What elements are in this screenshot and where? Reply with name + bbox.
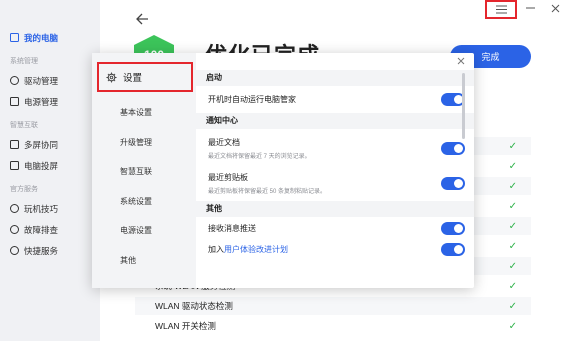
section-other: 其他 (196, 201, 474, 217)
setting-row-autostart: 开机时自动运行电脑管家 (196, 86, 474, 113)
setting-text: 最近剪贴板 最近剪贴板将保留最近 50 条复制粘贴记录。 (208, 172, 326, 195)
section-startup: 启动 (196, 70, 474, 86)
close-icon (551, 4, 559, 12)
sidebar-item-label: 快捷服务 (24, 245, 59, 256)
setting-label: 最近文档 (208, 137, 240, 147)
sidebar-item-quickservice[interactable]: 快捷服务 (0, 240, 100, 261)
setting-text: 最近文档 最近文档将保留最近 7 天的浏览记录。 (208, 137, 311, 160)
sidebar-item-my-pc[interactable]: 我的电脑 (0, 27, 100, 48)
settings-tab-basic[interactable]: 基本设置 (92, 98, 196, 128)
sidebar-item-label: 驱动管理 (24, 75, 59, 86)
minimize-icon (525, 7, 535, 9)
sidebar-item-power[interactable]: 电源管理 (0, 91, 100, 112)
setting-row-ux-program: 加入用户体验改进计划 (196, 239, 474, 259)
settings-tab-other[interactable]: 其他 (92, 246, 196, 276)
window-close-button[interactable] (545, 0, 565, 16)
back-arrow-icon[interactable] (134, 11, 150, 27)
check-row: WLAN 开关检测 ✓ (135, 317, 531, 335)
check-icon: ✓ (508, 140, 517, 152)
settings-tab-upgrade[interactable]: 升级管理 (92, 128, 196, 158)
projection-icon (10, 161, 19, 170)
sidebar-item-projection[interactable]: 电脑投屏 (0, 155, 100, 176)
setting-row-recent-docs: 最近文档 最近文档将保留最近 7 天的浏览记录。 (196, 129, 474, 165)
check-label: WLAN 开关检测 (155, 321, 216, 331)
driver-icon (10, 76, 19, 85)
menu-button[interactable] (485, 0, 517, 19)
recent-clipboard-toggle[interactable] (441, 176, 465, 190)
ux-program-toggle[interactable] (441, 242, 465, 256)
sidebar-item-label: 故障排查 (24, 224, 59, 235)
ux-program-link[interactable]: 用户体验改进计划 (224, 245, 288, 254)
close-icon (457, 57, 465, 65)
sidebar-item-label: 多屏协同 (24, 139, 59, 150)
sidebar-item-troubleshoot[interactable]: 故障排查 (0, 219, 100, 240)
settings-header: 设置 (97, 62, 193, 92)
check-icon: ✓ (508, 200, 517, 212)
headset-icon (10, 246, 19, 255)
check-icon: ✓ (508, 220, 517, 232)
sidebar-item-tips[interactable]: 玩机技巧 (0, 198, 100, 219)
check-icon: ✓ (508, 300, 517, 312)
check-label: WLAN 驱动状态检测 (155, 301, 233, 311)
ux-prefix: 加入 (208, 244, 224, 254)
settings-tab-power[interactable]: 电源设置 (92, 216, 196, 246)
setting-label: 开机时自动运行电脑管家 (208, 95, 296, 104)
check-icon: ✓ (508, 280, 517, 292)
settings-title: 设置 (123, 73, 143, 84)
gear-icon (106, 71, 117, 83)
setting-label: 加入用户体验改进计划 (208, 244, 288, 255)
sidebar-item-label: 电脑投屏 (24, 160, 59, 171)
settings-category-list: 基本设置 升级管理 智慧互联 系统设置 电源设置 其他 (92, 98, 196, 275)
settings-tab-system[interactable]: 系统设置 (92, 187, 196, 217)
check-icon: ✓ (508, 160, 517, 172)
setting-row-recent-clipboard: 最近剪贴板 最近剪贴板将保留最近 50 条复制粘贴记录。 (196, 165, 474, 201)
setting-label: 接收消息推送 (208, 223, 256, 233)
push-toggle[interactable] (441, 221, 465, 235)
recent-docs-toggle[interactable] (441, 141, 465, 155)
setting-description: 最近剪贴板将保留最近 50 条复制粘贴记录。 (208, 188, 327, 195)
settings-content: 启动 开机时自动运行电脑管家 通知中心 最近文档 最近文档将保留最近 7 天的浏… (196, 53, 474, 288)
battery-icon (10, 97, 19, 106)
search-icon (10, 225, 19, 234)
settings-sidebar: 设置 基本设置 升级管理 智慧互联 系统设置 电源设置 其他 (92, 53, 196, 288)
settings-dialog: 设置 基本设置 升级管理 智慧互联 系统设置 电源设置 其他 启动 开机时自动运… (92, 53, 474, 288)
sidebar-item-driver[interactable]: 驱动管理 (0, 70, 100, 91)
check-icon: ✓ (508, 320, 517, 332)
tips-icon (10, 204, 19, 213)
sidebar-section-service: 官方服务 (10, 186, 38, 193)
settings-tab-smart[interactable]: 智慧互联 (92, 157, 196, 187)
content-top-spacer (196, 53, 474, 70)
sidebar-section-system: 系统管理 (10, 58, 38, 65)
check-row: WLAN 驱动状态检测 ✓ (135, 297, 531, 315)
setting-row-push: 接收消息推送 (196, 217, 474, 239)
dialog-close-button[interactable] (455, 56, 467, 68)
laptop-icon (10, 33, 19, 42)
sidebar-section-smart: 智慧互联 (10, 122, 38, 129)
minimize-button[interactable] (520, 0, 540, 16)
sidebar: 我的电脑 系统管理 驱动管理 电源管理 智慧互联 多屏协同 电脑投屏 官方服务 … (0, 0, 100, 341)
sidebar-item-label: 玩机技巧 (24, 203, 59, 214)
hamburger-icon (495, 5, 507, 14)
sidebar-item-multiscreen[interactable]: 多屏协同 (0, 134, 100, 155)
setting-label: 最近剪贴板 (208, 172, 248, 182)
check-icon: ✓ (508, 260, 517, 272)
sidebar-item-label: 电源管理 (24, 96, 59, 107)
scrollbar-thumb[interactable] (462, 73, 465, 139)
check-icon: ✓ (508, 180, 517, 192)
check-icon: ✓ (508, 240, 517, 252)
multiscreen-icon (10, 140, 19, 149)
setting-description: 最近文档将保留最近 7 天的浏览记录。 (208, 153, 311, 160)
sidebar-item-label: 我的电脑 (24, 32, 59, 43)
section-notify: 通知中心 (196, 113, 474, 129)
